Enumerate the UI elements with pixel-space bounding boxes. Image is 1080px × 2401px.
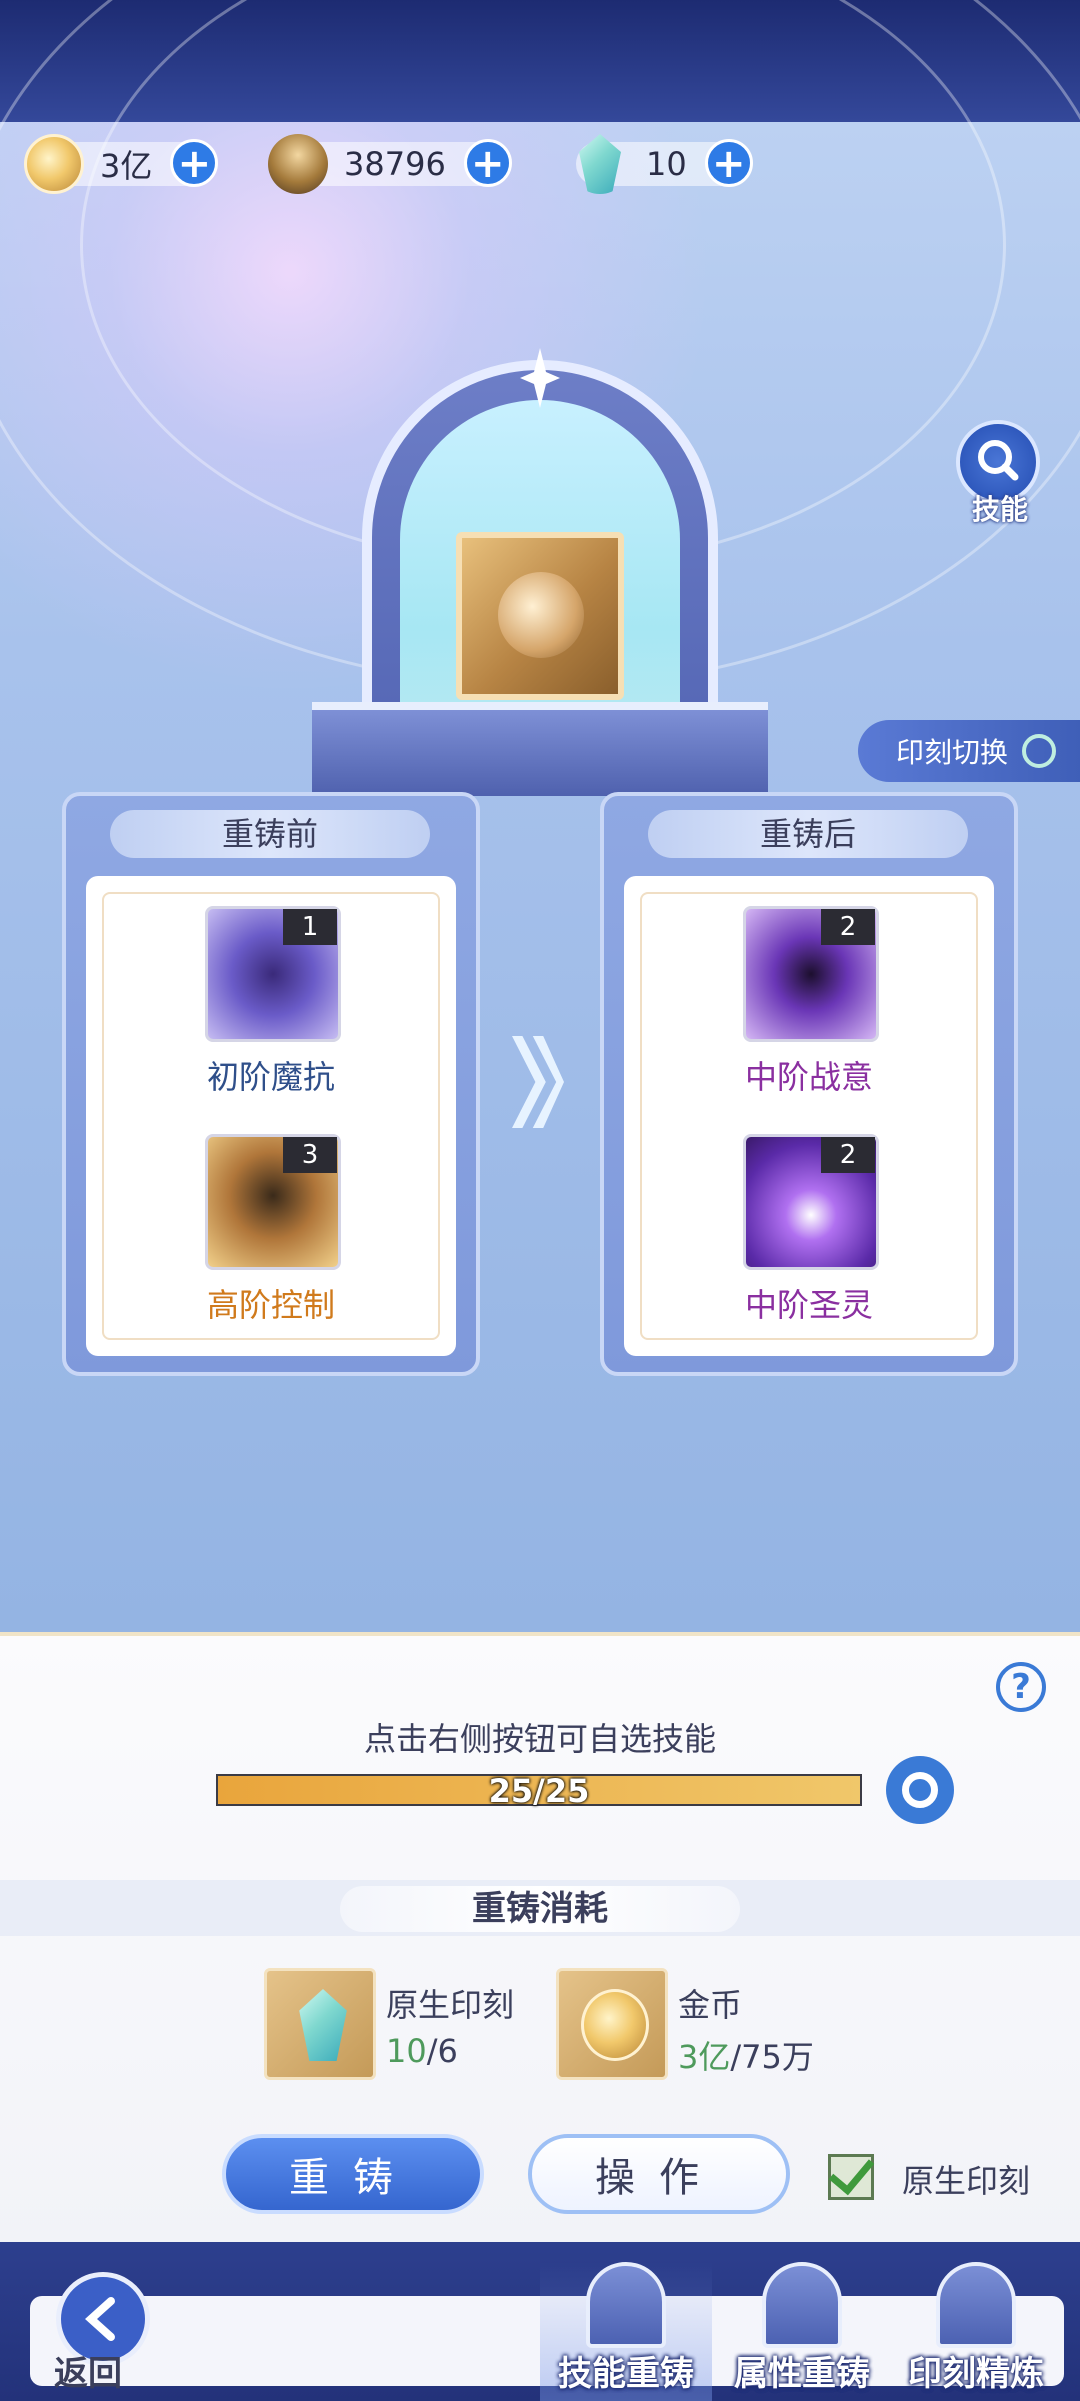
imprint-switch-label: 印刻切换 (896, 736, 1009, 769)
gold-coin-icon (581, 1989, 649, 2061)
before-title: 重铸前 (110, 810, 430, 858)
after-panel: 重铸后 2 中阶战意 2 中阶圣灵 (600, 792, 1018, 1376)
reforge-button[interactable]: 重铸 (222, 2134, 484, 2214)
resource-crystal-value: 10 (646, 145, 687, 183)
tab-label: 属性重铸 (734, 2354, 870, 2394)
tab-imprint-refine[interactable]: 印刻精炼 (890, 2262, 1062, 2401)
help-button[interactable]: ? (996, 1662, 1046, 1712)
native-imprint-checkbox[interactable] (828, 2147, 875, 2200)
tab-label: 技能重铸 (558, 2354, 694, 2394)
operate-button[interactable]: 操作 (528, 2134, 790, 2214)
imprint-switch-button[interactable]: 印刻切换 (858, 720, 1080, 782)
skill-level: 1 (283, 909, 337, 945)
checkmark-icon (828, 2147, 875, 2196)
crystal-icon (579, 134, 621, 194)
add-crystal-button[interactable]: + (704, 139, 753, 187)
cost-item-name: 原生印刻 (386, 1986, 515, 2024)
resource-gold: 3亿 + (24, 134, 219, 194)
skill-name: 高阶控制 (206, 1286, 335, 1324)
imprint-emblem[interactable] (456, 532, 624, 700)
cost-title: 重铸消耗 (340, 1886, 740, 1932)
resource-gold-value: 3亿 (100, 147, 153, 185)
demon-skull-icon (498, 572, 584, 658)
before-panel: 重铸前 1 初阶魔抗 3 高阶控制 (62, 792, 480, 1376)
cost-item-icon[interactable] (556, 1968, 668, 2080)
after-skill-list: 2 中阶战意 2 中阶圣灵 (624, 876, 994, 1356)
select-skill-hint: 点击右侧按钮可自选技能 (363, 1720, 716, 1758)
progress-bar: 25/25 (216, 1772, 862, 1810)
after-title: 重铸后 (648, 810, 968, 858)
cost-item-icon[interactable] (264, 1968, 376, 2080)
tab-label: 印刻精炼 (908, 2354, 1044, 2394)
crystal-icon (299, 1989, 347, 2061)
skill-level: 2 (821, 909, 875, 945)
reforge-material-icon (268, 134, 328, 194)
progress-text: 25/25 (488, 1772, 590, 1810)
tab-attribute-reforge[interactable]: 属性重铸 (716, 2262, 888, 2401)
star-icon (586, 2262, 666, 2348)
cost-item-amount: 3亿/75万 (678, 2038, 814, 2076)
attribute-icon (762, 2262, 842, 2348)
skill-lookup-label: 技能 (971, 493, 1028, 526)
emblem-pedestal (312, 702, 768, 796)
resource-material-value: 38796 (344, 145, 446, 183)
native-imprint-checkbox-label: 原生印刻 (902, 2162, 1031, 2200)
tab-skill-reforge[interactable]: 技能重铸 (540, 2262, 712, 2401)
skill-name: 中阶圣灵 (744, 1286, 873, 1324)
gold-coin-icon (24, 134, 84, 194)
gear-icon (902, 1772, 938, 1808)
lock-icon (936, 2262, 1016, 2348)
skill-level: 2 (821, 1137, 875, 1173)
cost-item-name: 金币 (678, 1986, 743, 2024)
skill-name: 中阶战意 (744, 1058, 873, 1096)
select-skill-settings-button[interactable] (886, 1756, 954, 1824)
cost-item-amount: 10/6 (386, 2032, 458, 2070)
resource-material: 38796 + (268, 134, 512, 194)
refresh-icon (1022, 734, 1057, 768)
add-gold-button[interactable]: + (170, 139, 219, 187)
back-label: 返回 (54, 2354, 122, 2394)
before-skill-list: 1 初阶魔抗 3 高阶控制 (86, 876, 456, 1356)
skill-name: 初阶魔抗 (206, 1058, 335, 1096)
skill-level: 3 (283, 1137, 337, 1173)
resource-crystal: 10 + (576, 134, 753, 194)
add-material-button[interactable]: + (463, 139, 512, 187)
